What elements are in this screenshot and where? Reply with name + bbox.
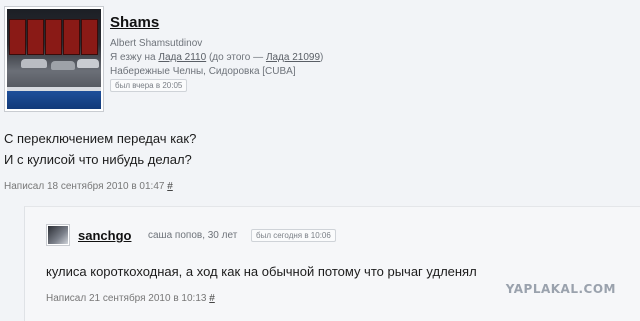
reply-permalink[interactable]: #	[209, 293, 215, 304]
post-text-line-2: И с кулисой что нибудь делал?	[4, 152, 192, 167]
reply-text: кулиса короткоходная, а ход как на обычн…	[46, 264, 477, 279]
posted-label: Написал 18 сентября 2010 в 01:47	[4, 181, 165, 192]
user-location: Набережные Челны, Сидоровка [CUBA]	[110, 66, 296, 77]
user-cars: Я езжу на Лада 2110 (до этого — Лада 210…	[110, 52, 323, 64]
cars-suffix: )	[320, 52, 324, 63]
post-timestamp: Написал 18 сентября 2010 в 01:47 #	[4, 181, 173, 192]
user-avatar[interactable]	[4, 6, 104, 112]
username-link[interactable]: Shams	[110, 14, 159, 31]
car-current-link[interactable]: Лада 2110	[158, 52, 206, 63]
reply-last-seen-badge: был сегодня в 10:06	[251, 229, 336, 242]
reply-avatar[interactable]	[46, 224, 70, 246]
car-previous-link[interactable]: Лада 21099	[266, 52, 320, 63]
cars-prefix: Я езжу на	[110, 52, 159, 63]
user-full-name: Albert Shamsutdinov	[110, 38, 203, 49]
last-seen-badge: был вчера в 20:05	[110, 79, 188, 92]
reply-posted-label: Написал 21 сентября 2010 в 10:13	[46, 293, 207, 304]
reply-timestamp: Написал 21 сентября 2010 в 10:13 #	[46, 293, 215, 304]
post-text-line-1: С переключением передач как?	[4, 131, 197, 146]
avatar-photo	[7, 9, 101, 109]
reply-username-link[interactable]: sanchgo	[78, 228, 131, 243]
site-watermark: YAPLAKAL.COM	[505, 282, 616, 296]
post-permalink[interactable]: #	[167, 181, 173, 192]
cars-middle: (до этого —	[206, 52, 266, 63]
reply-user-meta: саша попов, 30 лет	[148, 230, 238, 241]
